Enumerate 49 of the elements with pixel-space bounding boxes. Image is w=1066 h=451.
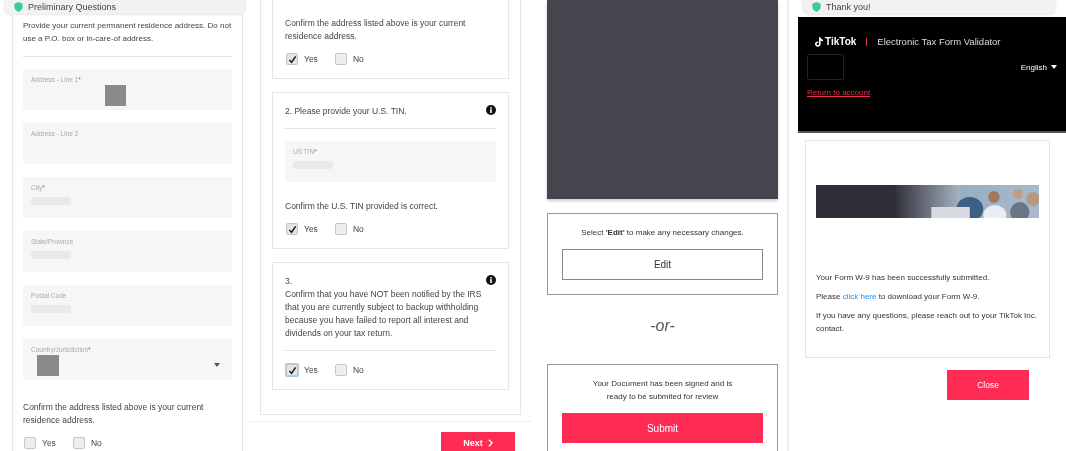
music-note-icon [815, 36, 823, 47]
shield-icon [14, 2, 23, 12]
checkbox[interactable] [286, 223, 298, 235]
checkbox[interactable] [334, 53, 347, 65]
message-text: Your Form W-9 has been successfully submitted. [816, 272, 991, 284]
checkbox[interactable] [286, 364, 298, 376]
info-icon[interactable] [486, 105, 496, 115]
shield-icon [812, 2, 821, 12]
edit-prompt: Select 'Edit' to make any necessary changes. [581, 227, 744, 239]
checkbox[interactable] [24, 437, 36, 449]
checkbox-label: No [352, 224, 364, 234]
question-text: Confirm that you have NOT been notified by the IRS that you are currently subject to backup withholding because you have failed to report all interest and dividends on your tax return. [285, 288, 483, 340]
tab-title: Preliminary Questions [28, 2, 117, 12]
logo-placeholder [807, 54, 844, 80]
checkbox-label: Yes [304, 54, 318, 64]
checkbox-label: No [90, 438, 102, 448]
language-selector[interactable]: English [1020, 62, 1057, 72]
submit-prompt: Your Document has been signed and is ready to be submited for review [591, 378, 734, 403]
return-link[interactable]: Return to account [807, 88, 871, 97]
checkbox-label: Yes [304, 365, 318, 375]
checkbox[interactable] [286, 53, 298, 65]
download-link[interactable]: click here [842, 292, 877, 301]
question-title: 2. Please provide your U.S. TIN. [285, 105, 407, 118]
message-text: Please click here to download your Form W-9. [816, 291, 981, 303]
app-title: Electronic Tax Form Validator [877, 36, 1001, 47]
checkbox[interactable] [72, 437, 85, 449]
question-text: Confirm the U.S. TIN provided is correct. [285, 200, 439, 213]
checkbox-label: Yes [304, 224, 318, 234]
brand-name: TikTok [825, 36, 857, 47]
question-number: 3. [285, 275, 293, 288]
checkbox[interactable] [334, 223, 347, 235]
submit-button[interactable]: Submit [562, 413, 763, 443]
caret-icon [1051, 65, 1057, 69]
question-text: Confirm the address listed above is your current residence address. [285, 17, 467, 43]
info-icon[interactable] [486, 275, 496, 285]
instructions-text: Provide your current permanent residence address. Do not use a P.O. box or in-care-of address. [23, 20, 232, 45]
chevron-right-icon [487, 439, 493, 447]
caret-icon [214, 363, 220, 367]
question-text: Confirm the address listed above is your current residence address. [23, 401, 205, 427]
checkbox-label: No [352, 54, 364, 64]
checkbox[interactable] [334, 364, 347, 376]
next-button[interactable]: Next [441, 432, 515, 451]
message-text: If you have any questions, please reach out to your TikTok Inc. contact. [816, 310, 1038, 335]
edit-button[interactable]: Edit [562, 249, 763, 280]
checkbox-label: Yes [42, 438, 56, 448]
close-button[interactable]: Close [947, 370, 1029, 400]
or-separator: -or- [649, 317, 676, 336]
checkbox-label: No [352, 365, 364, 375]
tab-title: Thank you! [826, 2, 871, 12]
